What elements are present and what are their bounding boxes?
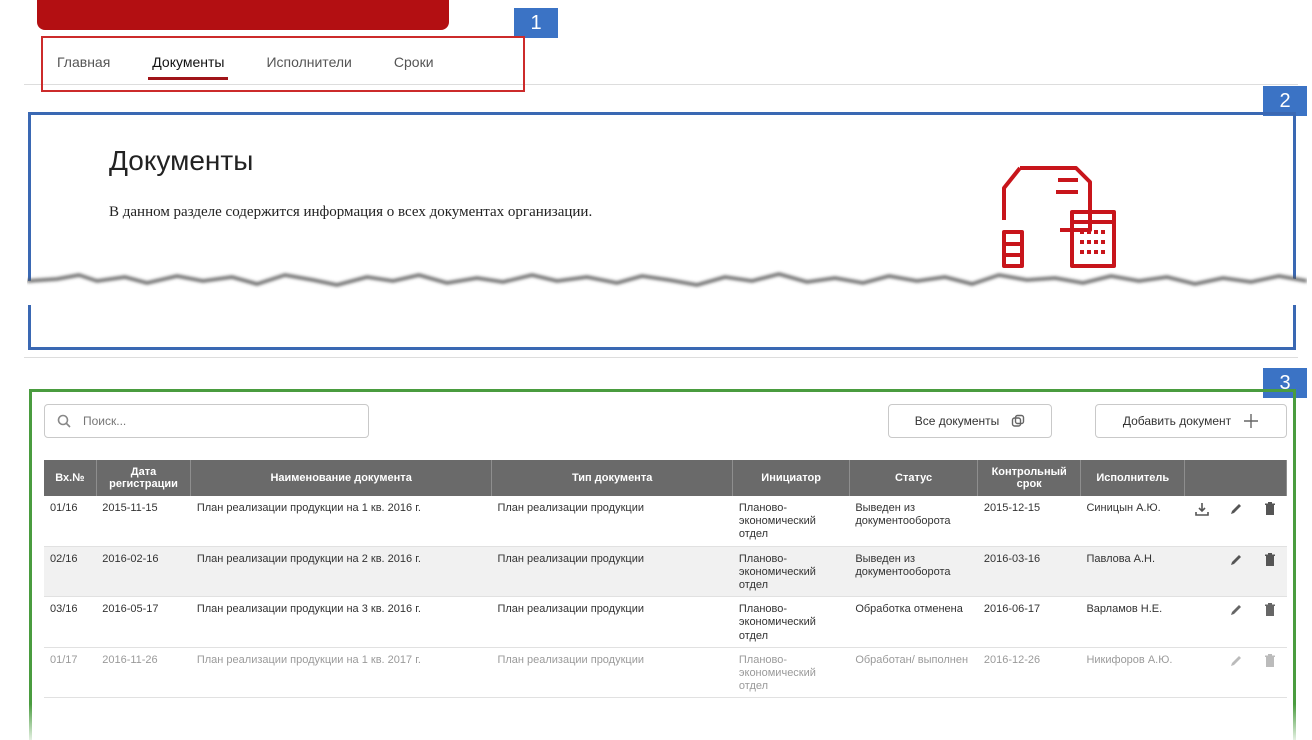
table-row[interactable]: 02/16 2016-02-16 План реализации продукц…: [44, 546, 1287, 598]
tab-documents[interactable]: Документы: [148, 54, 229, 80]
tab-deadlines[interactable]: Сроки: [394, 54, 434, 76]
cell-status: Обработан/ выполнен: [849, 647, 978, 699]
edit-icon: [1230, 554, 1241, 565]
delete-button[interactable]: [1252, 546, 1287, 598]
cell-title: План реализации продукции на 1 кв. 2017 …: [190, 647, 492, 699]
tab-main[interactable]: Главная: [57, 54, 110, 76]
copy-icon: [1012, 414, 1025, 427]
page-hero: Документы В данном разделе содержится ин…: [27, 112, 1307, 350]
documents-illustration-icon: [1002, 166, 1116, 268]
cell-type: План реализации продукции: [491, 647, 733, 699]
cell-type: План реализации продукции: [491, 496, 733, 547]
cell-number: 01/16: [44, 496, 97, 547]
add-document-button[interactable]: Добавить документ: [1095, 404, 1287, 438]
cell-number: 03/16: [44, 596, 97, 648]
cell-date: 2015-11-15: [96, 496, 191, 547]
edit-button[interactable]: [1218, 647, 1253, 699]
cell-deadline: 2015-12-15: [977, 496, 1081, 547]
cell-initiator: Планово-экономический отдел: [732, 546, 850, 598]
column-header[interactable]: Контрольный срок: [977, 460, 1081, 496]
cell-status: Выведен из документооборота: [849, 546, 978, 598]
all-documents-label: Все документы: [914, 414, 1000, 428]
delete-button[interactable]: [1252, 596, 1287, 648]
edit-button[interactable]: [1218, 546, 1253, 598]
cell-initiator: Планово-экономический отдел: [732, 596, 850, 648]
plus-icon: [1244, 414, 1259, 428]
tab-executors[interactable]: Исполнители: [266, 54, 351, 76]
edit-button[interactable]: [1218, 496, 1253, 547]
trash-icon: [1264, 552, 1275, 566]
cell-executor: Павлова А.Н.: [1080, 546, 1185, 598]
cell-title: План реализации продукции на 1 кв. 2016 …: [190, 496, 492, 547]
cell-type: План реализации продукции: [491, 546, 733, 598]
main-navigation: Главная Документы Исполнители Сроки: [41, 36, 525, 92]
cell-date: 2016-11-26: [96, 647, 191, 699]
download-icon: [1195, 503, 1209, 516]
actions-header: [1184, 460, 1287, 496]
cell-deadline: 2016-06-17: [977, 596, 1081, 648]
column-header[interactable]: Инициатор: [732, 460, 850, 496]
cell-number: 01/17: [44, 647, 97, 699]
delete-button[interactable]: [1252, 647, 1287, 699]
search-box[interactable]: [44, 404, 369, 438]
divider: [24, 357, 1298, 358]
column-header[interactable]: Тип документа: [491, 460, 734, 496]
column-header[interactable]: Исполнитель: [1080, 460, 1186, 496]
cell-date: 2016-02-16: [96, 546, 191, 598]
cell-initiator: Планово-экономический отдел: [732, 647, 850, 699]
column-header[interactable]: Дата регистрации: [96, 460, 192, 496]
download-button[interactable]: [1184, 496, 1219, 547]
cell-deadline: 2016-03-16: [977, 546, 1081, 598]
column-header[interactable]: Наименование документа: [190, 460, 492, 496]
edit-icon: [1230, 605, 1241, 616]
all-documents-button[interactable]: Все документы: [888, 404, 1052, 438]
cell-executor: Варламов Н.Е.: [1080, 596, 1185, 648]
table-row[interactable]: 01/16 2015-11-15 План реализации продукц…: [44, 496, 1287, 547]
bottom-fade-overlay: [0, 704, 1312, 740]
trash-icon: [1264, 653, 1275, 667]
documents-panel: Все документы Добавить документ Вх.№ Дат…: [29, 389, 1296, 740]
search-input[interactable]: [81, 413, 368, 429]
cell-initiator: Планово-экономический отдел: [732, 496, 850, 547]
column-header[interactable]: Статус: [849, 460, 979, 496]
cell-deadline: 2016-12-26: [977, 647, 1081, 699]
edit-icon: [1230, 504, 1241, 514]
brand-banner: [37, 0, 449, 30]
documents-table: Вх.№ Дата регистрации Наименование докум…: [44, 460, 1287, 699]
torn-edge-decoration: [27, 272, 1307, 305]
cell-executor: Синицын А.Ю.: [1080, 496, 1185, 547]
page-title: Документы: [109, 145, 254, 176]
trash-icon: [1264, 502, 1275, 515]
callout-1: 1: [514, 8, 558, 38]
cell-type: План реализации продукции: [491, 596, 733, 648]
page-description: В данном разделе содержится информация о…: [109, 204, 593, 220]
column-header[interactable]: Вх.№: [44, 460, 97, 496]
cell-status: Обработка отменена: [849, 596, 978, 648]
search-icon: [57, 414, 71, 428]
cell-title: План реализации продукции на 2 кв. 2016 …: [190, 546, 492, 598]
table-row[interactable]: 01/17 2016-11-26 План реализации продукц…: [44, 647, 1287, 699]
delete-button[interactable]: [1252, 496, 1287, 547]
cell-number: 02/16: [44, 546, 97, 598]
cell-executor: Никифоров А.Ю.: [1080, 647, 1185, 699]
cell-status: Выведен из документооборота: [849, 496, 978, 547]
table-row[interactable]: 03/16 2016-05-17 План реализации продукц…: [44, 596, 1287, 648]
trash-icon: [1264, 603, 1275, 617]
edit-icon: [1230, 655, 1241, 666]
cell-date: 2016-05-17: [96, 596, 191, 648]
add-document-label: Добавить документ: [1122, 414, 1232, 428]
edit-button[interactable]: [1218, 596, 1253, 648]
cell-title: План реализации продукции на 3 кв. 2016 …: [190, 596, 492, 648]
